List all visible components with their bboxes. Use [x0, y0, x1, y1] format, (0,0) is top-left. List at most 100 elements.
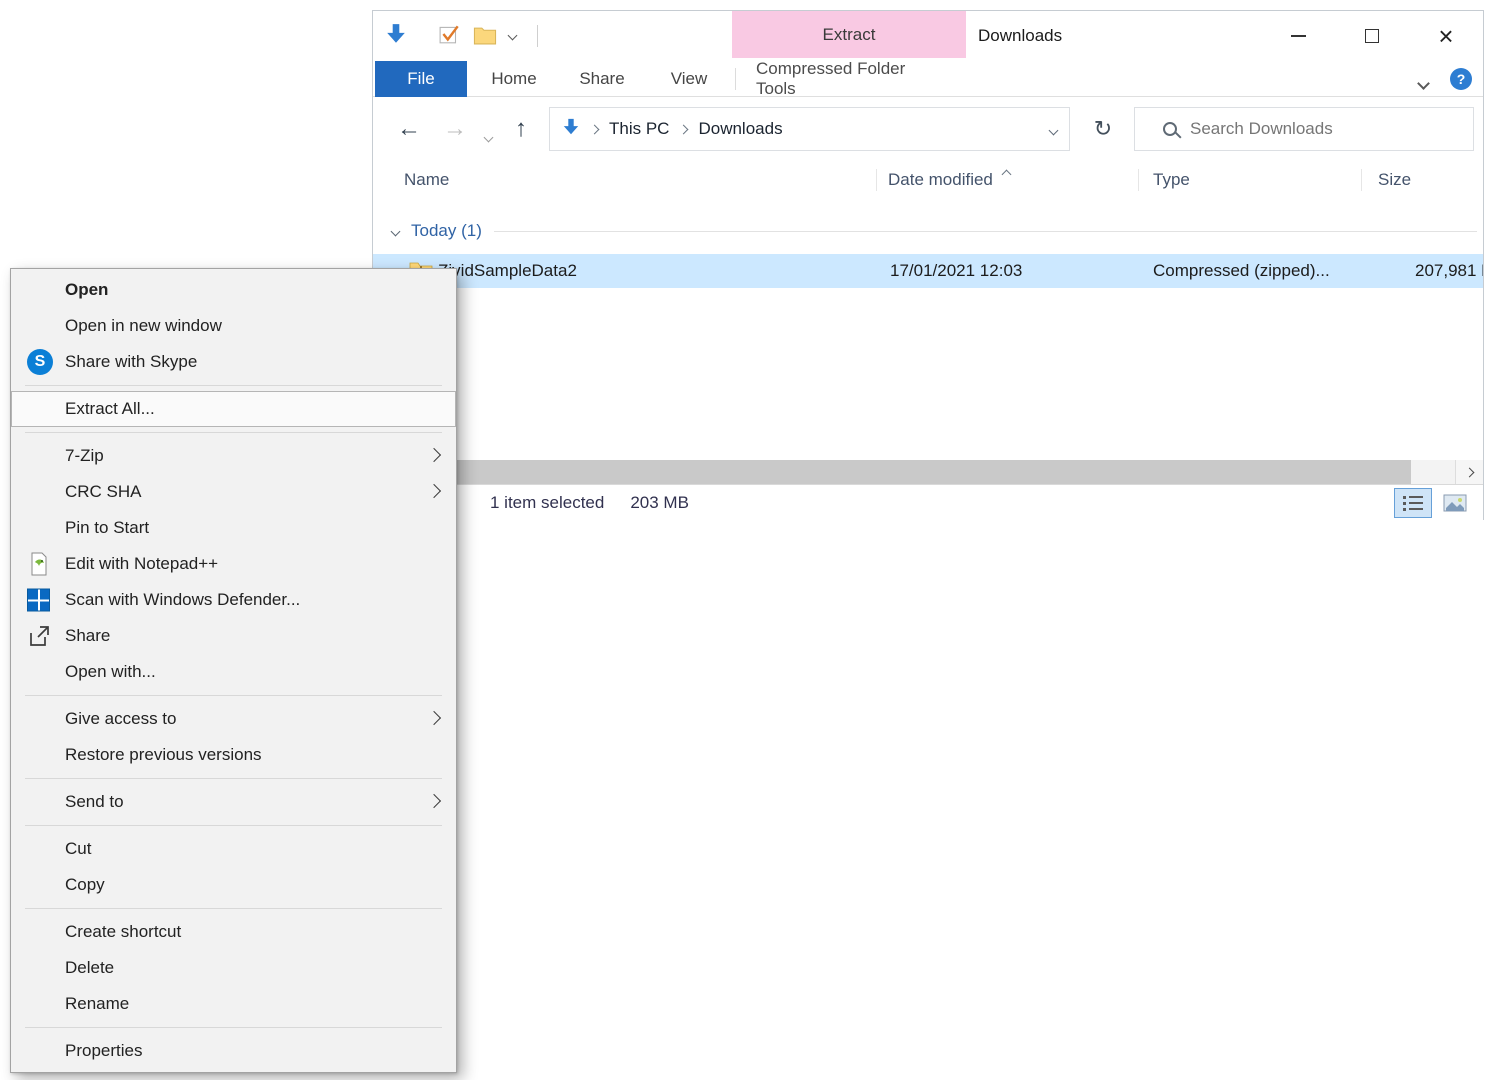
- tab-home[interactable]: Home: [485, 61, 543, 97]
- menu-item-open-with[interactable]: Open with...: [11, 654, 456, 690]
- menu-item-label: CRC SHA: [65, 482, 142, 502]
- menu-item-extract-all[interactable]: Extract All...: [11, 391, 456, 427]
- menu-item-pin-to-start[interactable]: Pin to Start: [11, 510, 456, 546]
- file-explorer-window: Extract Downloads × File Home Share View…: [372, 10, 1484, 520]
- notepadpp-icon: [27, 551, 51, 577]
- menu-item-share[interactable]: Share: [11, 618, 456, 654]
- qat-checkmark-icon[interactable]: [439, 23, 461, 45]
- menu-item-7zip[interactable]: 7-Zip: [11, 438, 456, 474]
- tab-file[interactable]: File: [375, 61, 467, 97]
- horizontal-scrollbar[interactable]: [373, 460, 1483, 484]
- scrollbar-thumb[interactable]: [373, 460, 1411, 484]
- ribbon-separator: [735, 68, 736, 90]
- menu-separator: [25, 385, 442, 386]
- menu-item-cut[interactable]: Cut: [11, 831, 456, 867]
- downloads-window-icon: [385, 23, 407, 45]
- sort-ascending-icon: [1003, 163, 1010, 183]
- thumbnail-view-button[interactable]: [1437, 489, 1473, 517]
- breadcrumb-downloads[interactable]: Downloads: [698, 119, 782, 139]
- maximize-icon: [1365, 29, 1379, 43]
- menu-item-restore-previous-versions[interactable]: Restore previous versions: [11, 737, 456, 773]
- qat-dropdown-icon[interactable]: [509, 32, 516, 39]
- file-row-zividsampledata2[interactable]: ZividSampleData2 17/01/2021 12:03 Compre…: [373, 254, 1483, 288]
- forward-button[interactable]: →: [443, 97, 467, 161]
- group-header-today[interactable]: Today (1): [373, 216, 1483, 246]
- menu-item-copy[interactable]: Copy: [11, 867, 456, 903]
- tab-view[interactable]: View: [661, 61, 717, 97]
- menu-item-label: Share: [65, 626, 110, 646]
- menu-item-delete[interactable]: Delete: [11, 950, 456, 986]
- column-divider: [876, 169, 877, 191]
- maximize-button[interactable]: [1335, 11, 1409, 61]
- menu-item-label: Create shortcut: [65, 922, 181, 942]
- close-button[interactable]: ×: [1409, 11, 1483, 61]
- context-menu: Open Open in new window S Share with Sky…: [10, 268, 457, 1073]
- file-date-modified: 17/01/2021 12:03: [890, 254, 1022, 288]
- window-controls: ×: [1261, 11, 1483, 61]
- up-button[interactable]: ↑: [515, 97, 527, 161]
- menu-item-open-in-new-window[interactable]: Open in new window: [11, 308, 456, 344]
- extract-contextual-group[interactable]: Extract: [732, 11, 966, 58]
- breadcrumb-this-pc[interactable]: This PC: [609, 119, 669, 139]
- group-collapse-icon[interactable]: [391, 226, 401, 236]
- recent-locations-icon[interactable]: [485, 126, 492, 146]
- close-icon: ×: [1438, 23, 1453, 49]
- windows-defender-icon: [27, 589, 50, 612]
- menu-item-create-shortcut[interactable]: Create shortcut: [11, 914, 456, 950]
- share-icon: [27, 624, 51, 648]
- extract-group-label: Extract: [823, 25, 876, 45]
- address-bar[interactable]: This PC Downloads: [549, 107, 1070, 151]
- ribbon-expand-icon[interactable]: [1419, 73, 1428, 93]
- minimize-icon: [1291, 35, 1306, 37]
- skype-icon: S: [27, 349, 53, 375]
- qat-new-folder-icon[interactable]: [473, 26, 497, 45]
- menu-item-share-with-skype[interactable]: S Share with Skype: [11, 344, 456, 380]
- menu-item-label: Open in new window: [65, 316, 222, 336]
- column-header-size[interactable]: Size: [1378, 161, 1411, 199]
- menu-item-label: Open: [65, 280, 108, 300]
- menu-item-scan-with-windows-defender[interactable]: Scan with Windows Defender...: [11, 582, 456, 618]
- file-size: 207,981 KB: [1415, 254, 1483, 288]
- menu-separator: [25, 778, 442, 779]
- downloads-folder-icon: [562, 118, 580, 141]
- menu-item-rename[interactable]: Rename: [11, 986, 456, 1022]
- tab-compressed-folder-tools[interactable]: Compressed Folder Tools: [756, 61, 946, 97]
- menu-item-label: Properties: [65, 1041, 142, 1061]
- scrollbar-right-arrow[interactable]: [1455, 460, 1483, 484]
- menu-item-label: Edit with Notepad++: [65, 554, 218, 574]
- column-header-date-modified[interactable]: Date modified: [888, 161, 993, 199]
- file-type: Compressed (zipped)...: [1153, 254, 1330, 288]
- details-view-button[interactable]: [1395, 489, 1431, 517]
- search-box[interactable]: Search Downloads: [1134, 107, 1474, 151]
- qat-separator: [537, 25, 538, 47]
- column-header-type[interactable]: Type: [1153, 161, 1190, 199]
- status-selection: 1 item selected: [490, 493, 604, 513]
- menu-item-label: Open with...: [65, 662, 156, 682]
- menu-item-crc-sha[interactable]: CRC SHA: [11, 474, 456, 510]
- help-button[interactable]: ?: [1450, 68, 1472, 90]
- refresh-button[interactable]: ↻: [1085, 97, 1121, 161]
- menu-separator: [25, 695, 442, 696]
- menu-item-give-access-to[interactable]: Give access to: [11, 701, 456, 737]
- column-header-name[interactable]: Name: [404, 161, 449, 199]
- menu-item-label: 7-Zip: [65, 446, 104, 466]
- column-headers: Name Date modified Type Size: [373, 161, 1483, 199]
- breadcrumb-separator-icon: [590, 124, 600, 134]
- back-button[interactable]: ←: [397, 97, 421, 161]
- address-dropdown-icon[interactable]: [1050, 119, 1057, 139]
- minimize-button[interactable]: [1261, 11, 1335, 61]
- search-placeholder: Search Downloads: [1190, 119, 1333, 139]
- column-divider: [1138, 169, 1139, 191]
- breadcrumb-separator-icon: [679, 124, 689, 134]
- submenu-arrow-icon: [427, 711, 441, 725]
- menu-item-edit-with-notepadpp[interactable]: Edit with Notepad++: [11, 546, 456, 582]
- status-size: 203 MB: [630, 493, 689, 513]
- tab-share[interactable]: Share: [573, 61, 631, 97]
- menu-item-label: Restore previous versions: [65, 745, 262, 765]
- menu-item-properties[interactable]: Properties: [11, 1033, 456, 1069]
- menu-item-label: Send to: [65, 792, 124, 812]
- menu-item-open[interactable]: Open: [11, 272, 456, 308]
- submenu-arrow-icon: [427, 448, 441, 462]
- menu-item-send-to[interactable]: Send to: [11, 784, 456, 820]
- menu-item-label: Pin to Start: [65, 518, 149, 538]
